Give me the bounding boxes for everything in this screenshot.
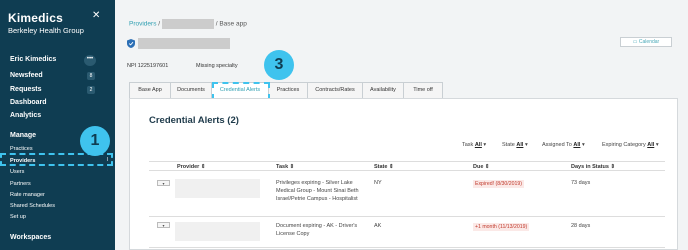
tab-base-app[interactable]: Base App	[129, 82, 171, 98]
nav-newsfeed[interactable]: Newsfeed	[10, 72, 43, 79]
newsfeed-badge: 8	[87, 72, 95, 80]
user-name[interactable]: Eric Kimedics	[10, 56, 56, 63]
redacted-provider-name	[161, 19, 214, 29]
shield-check-icon	[127, 39, 135, 48]
manage-heading: Manage	[10, 132, 37, 139]
state-cell: NY	[374, 180, 382, 186]
column-header-days-in-status[interactable]: Days in Status ⇕	[571, 164, 615, 170]
sort-icon: ⇕	[484, 164, 490, 170]
brand-prefix: Ki	[8, 11, 21, 25]
table-row[interactable]: ▾ Privileges expiring - Silver Lake Medi…	[149, 174, 665, 217]
column-header-task[interactable]: Task ⇕	[276, 164, 294, 170]
task-cell: Document expiring - AK - Driver's Licens…	[276, 223, 358, 237]
tab-contracts-rates[interactable]: Contracts/Rates	[307, 82, 363, 98]
sort-icon: ⇕	[289, 164, 295, 170]
breadcrumb-current: Base app	[219, 20, 247, 28]
row-action-dropdown[interactable]: ▾	[157, 180, 170, 186]
due-badge: Expired! (8/30/2019)	[473, 180, 525, 188]
panel-title: Credential Alerts (2)	[149, 115, 239, 126]
redacted-provider	[175, 222, 260, 241]
brand-logo[interactable]: Kimedics	[8, 11, 63, 25]
chevron-down-icon: ▾	[655, 142, 659, 148]
calendar-button[interactable]: ▭ Calendar	[620, 37, 672, 47]
requests-badge: 2	[87, 86, 95, 94]
active-marker: I	[106, 157, 108, 163]
brand-suffix: medics	[20, 11, 63, 25]
sidebar-item-set-up[interactable]: Set up	[10, 214, 26, 220]
sort-icon: ⇕	[200, 164, 206, 170]
nav-dashboard[interactable]: Dashboard	[10, 99, 47, 106]
state-cell: AK	[374, 223, 382, 229]
breadcrumb-separator: /	[215, 20, 218, 28]
nav-analytics[interactable]: Analytics	[10, 112, 41, 119]
calendar-label: Calendar	[638, 39, 660, 45]
npi-number: NPI 1225197601	[127, 63, 169, 69]
chevron-down-icon: ▾	[524, 142, 528, 148]
breadcrumb: Providers / / Base app	[129, 19, 247, 29]
tab-documents[interactable]: Documents	[170, 82, 212, 98]
callout-step-3: 3	[264, 50, 294, 80]
tab-availability[interactable]: Availability	[362, 82, 404, 98]
missing-specialty: Missing specialty	[196, 63, 238, 69]
org-name: Berkeley Health Group	[8, 26, 84, 35]
tab-bar: Base App Documents Credential Alerts Pra…	[129, 82, 443, 98]
filter-assigned-to[interactable]: Assigned To All ▾	[542, 142, 585, 148]
days-cell: 28 days	[571, 223, 591, 229]
sidebar-item-partners[interactable]: Partners	[10, 181, 31, 187]
table-header: Provider ⇕ Task ⇕ State ⇕ Due ⇕ Days in …	[149, 161, 665, 171]
sidebar-item-shared-schedules[interactable]: Shared Schedules	[10, 203, 55, 209]
column-header-provider[interactable]: Provider ⇕	[177, 164, 205, 170]
chevron-down-icon: ▾	[581, 142, 585, 148]
table-row[interactable]: ▾ Document expiring - AK - Driver's Lice…	[149, 218, 665, 248]
calendar-icon: ▭	[632, 39, 638, 45]
breadcrumb-providers-link[interactable]: Providers	[129, 21, 156, 28]
workspaces-heading: Workspaces	[10, 234, 52, 241]
filter-task[interactable]: Task All ▾	[462, 142, 486, 148]
tab-practices[interactable]: Practices	[268, 82, 308, 98]
redacted-provider	[175, 179, 260, 198]
breadcrumb-separator: /	[158, 20, 161, 28]
column-header-state[interactable]: State ⇕	[374, 164, 394, 170]
sidebar: Kimedics Berkeley Health Group ✕ Eric Ki…	[0, 0, 115, 250]
filter-state[interactable]: State All ▾	[502, 142, 528, 148]
sort-icon: ⇕	[388, 164, 394, 170]
chevron-down-icon: ▾	[483, 142, 487, 148]
tab-time-off[interactable]: Time off	[403, 82, 443, 98]
due-badge: +1 month (11/13/2019)	[473, 223, 530, 231]
filter-expiring-category[interactable]: Expiring Category All ▾	[602, 142, 659, 148]
sidebar-item-practices[interactable]: Practices	[10, 146, 33, 152]
user-menu-icon[interactable]: •••	[84, 55, 96, 66]
callout-step-1: 1	[80, 126, 110, 156]
close-icon[interactable]: ✕	[92, 10, 100, 21]
column-header-due[interactable]: Due ⇕	[473, 164, 490, 170]
row-action-dropdown[interactable]: ▾	[157, 222, 170, 228]
days-cell: 73 days	[571, 180, 591, 186]
nav-requests[interactable]: Requests	[10, 86, 42, 93]
sort-icon: ⇕	[610, 164, 616, 170]
task-cell: Privileges expiring - Silver Lake Medica…	[276, 180, 359, 202]
redacted-provider-title	[138, 38, 230, 49]
sidebar-item-users[interactable]: Users	[10, 169, 24, 175]
sidebar-item-rate-manager[interactable]: Rate manager	[10, 192, 45, 198]
